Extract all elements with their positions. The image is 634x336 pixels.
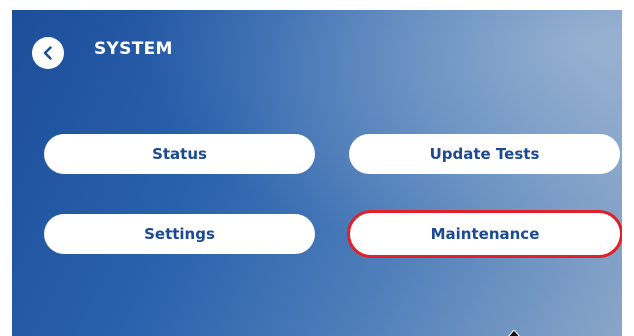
page-title: SYSTEM [94,39,173,59]
back-button[interactable] [32,37,64,69]
settings-button[interactable]: Settings [44,214,315,254]
maintenance-button[interactable]: Maintenance [347,210,622,258]
update-tests-button[interactable]: Update Tests [349,134,620,174]
status-button[interactable]: Status [44,134,315,174]
chevron-left-icon [43,46,52,60]
mouse-cursor-icon [508,330,520,336]
system-screen: SYSTEM Status Update Tests Settings Main… [12,10,622,336]
